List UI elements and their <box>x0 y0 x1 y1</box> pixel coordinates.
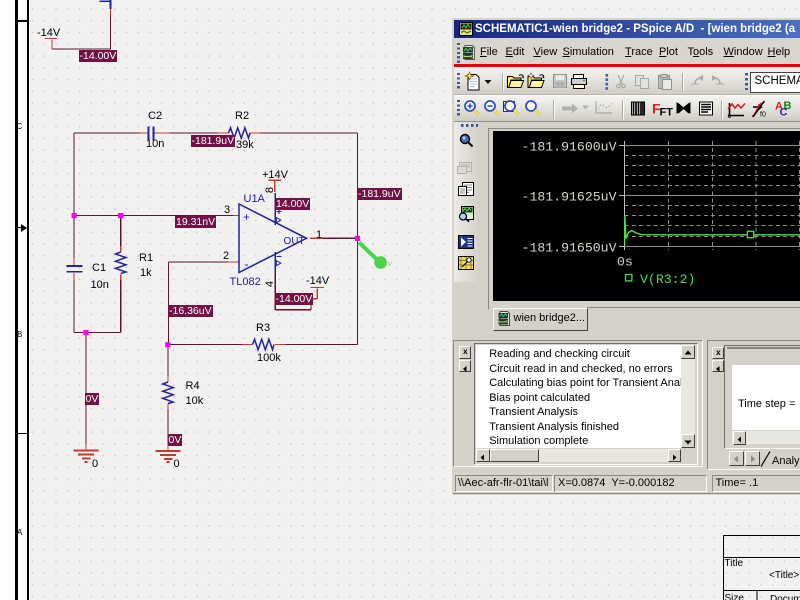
svg-text:-181.91650uV: -181.91650uV <box>522 241 617 256</box>
svg-text:Analys: Analys <box>772 455 800 467</box>
svg-text:-181.91625uV: -181.91625uV <box>522 190 617 205</box>
svg-text:-181.91600uV: -181.91600uV <box>522 140 617 155</box>
svg-text:v: v <box>388 259 392 268</box>
svg-text:C: C <box>780 106 788 118</box>
svg-text:FT: FT <box>660 106 674 118</box>
svg-text:V(R3:2): V(R3:2) <box>640 272 695 287</box>
svg-text:0s: 0s <box>617 255 633 270</box>
svg-text:f0: f0 <box>760 111 766 118</box>
